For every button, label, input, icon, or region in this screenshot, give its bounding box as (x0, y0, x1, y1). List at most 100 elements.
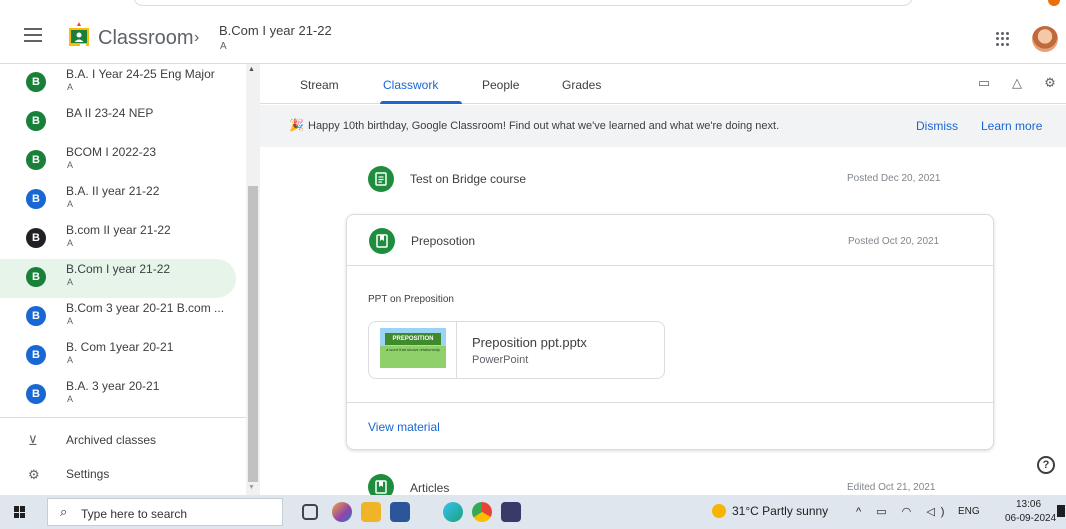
class-section: A (67, 199, 74, 209)
banner-text: Happy 10th birthday, Google Classroom! F… (308, 120, 780, 132)
google-apps-icon[interactable] (996, 32, 1010, 46)
class-name: B.Com 3 year 20-21 B.com ... (66, 301, 225, 315)
copilot-icon[interactable] (332, 502, 352, 522)
class-tabs: Stream Classwork People Grades ▭ △ ⚙ (260, 64, 1066, 104)
windows-start-icon[interactable] (14, 506, 26, 518)
card-divider (347, 265, 993, 266)
chrome-icon[interactable] (472, 502, 492, 522)
classwork-item-date: Edited Oct 21, 2021 (847, 482, 936, 493)
scroll-down-arrow-icon[interactable]: ▼ (248, 484, 255, 491)
breadcrumb-chevron-icon: › (194, 29, 200, 46)
address-bar[interactable] (133, 0, 913, 6)
attachment-name: Preposition ppt.pptx (472, 335, 587, 350)
class-section: A (67, 355, 74, 365)
word-icon[interactable] (390, 502, 410, 522)
classwork-item[interactable]: Test on Bridge course Posted Dec 20, 202… (346, 160, 994, 200)
class-section: A (67, 82, 74, 92)
file-explorer-icon[interactable] (361, 502, 381, 522)
scroll-up-arrow-icon[interactable]: ▲ (248, 66, 255, 73)
media-app-icon[interactable] (501, 502, 521, 522)
material-card: Preposotion Posted Oct 20, 2021 PPT on P… (346, 214, 994, 450)
class-section: A (67, 160, 74, 170)
learn-more-button[interactable]: Learn more (981, 119, 1042, 133)
class-name: B.com II year 21-22 (66, 223, 171, 237)
announcement-banner: 🎉 Happy 10th birthday, Google Classroom!… (260, 105, 1066, 147)
material-icon (368, 474, 394, 495)
class-avatar: B (26, 111, 46, 131)
class-avatar: B (26, 345, 46, 365)
sidebar-class-item[interactable]: B B.Com I year 21-22 A (0, 259, 236, 298)
sidebar-class-item[interactable]: B B.com II year 21-22 A (0, 220, 236, 259)
material-date: Posted Oct 20, 2021 (848, 236, 940, 247)
attachment-thumbnail: PREPOSITION a word that shows relationsh… (369, 322, 457, 378)
sidebar-class-item[interactable]: B BCOM I 2022-23 A (0, 142, 236, 181)
app-title[interactable]: Classroom (98, 27, 194, 50)
class-list: B B.A. I Year 24-25 Eng Major A B BA II 23-2… (0, 64, 260, 415)
sidebar-class-item[interactable]: B B.A. II year 21-22 A (0, 181, 236, 220)
sidebar-class-item[interactable]: B B.A. 3 year 20-21 A (0, 376, 236, 415)
calendar-icon[interactable]: ▭ (977, 76, 991, 90)
class-section: A (67, 316, 74, 326)
weather-text: 31°C Partly sunny (732, 504, 829, 518)
class-avatar: B (26, 306, 46, 326)
slide-preview-subtitle: a word that shows relationship (386, 347, 440, 352)
class-avatar: B (26, 150, 46, 170)
view-material-link[interactable]: View material (368, 420, 440, 434)
class-avatar: B (26, 267, 46, 287)
tab-stream[interactable]: Stream (300, 78, 339, 92)
tab-grades[interactable]: Grades (562, 78, 601, 92)
class-section: A (67, 277, 74, 287)
classwork-item-title: Articles (410, 481, 450, 495)
material-icon (369, 228, 395, 254)
class-name: B.A. 3 year 20-21 (66, 379, 160, 393)
partly-sunny-icon (712, 504, 726, 518)
sidebar-class-item[interactable]: B BA II 23-24 NEP (0, 103, 236, 142)
browser-chrome-strip (0, 0, 1066, 10)
sidebar-divider (0, 417, 246, 418)
clock-date[interactable]: 06-09-2024 (1005, 513, 1056, 524)
breadcrumb-class-title[interactable]: B.Com I year 21-22 (219, 23, 332, 38)
dismiss-button[interactable]: Dismiss (916, 119, 958, 133)
clock-time[interactable]: 13:06 (1016, 499, 1041, 510)
google-drive-icon[interactable]: △ (1010, 76, 1024, 90)
input-language-indicator[interactable]: ENG (958, 506, 980, 517)
sidebar: B B.A. I Year 24-25 Eng Major A B BA II 23-2… (0, 64, 260, 495)
browser-profile-icon[interactable] (1048, 0, 1060, 6)
class-avatar: B (26, 72, 46, 92)
weather-widget[interactable]: 31°C Partly sunny (712, 504, 828, 518)
system-tray-icons[interactable]: ^ ▭ ◠ ◁) (856, 505, 950, 518)
attachment-chip[interactable]: PREPOSITION a word that shows relationsh… (368, 321, 665, 379)
windows-taskbar: ⌕ Type here to search 31°C Partly sunny … (0, 495, 1066, 529)
class-avatar: B (26, 384, 46, 404)
archived-classes-link[interactable]: ⊻ Archived classes (0, 425, 246, 455)
help-icon[interactable]: ? (1037, 456, 1055, 474)
task-view-icon[interactable] (302, 504, 318, 520)
sidebar-class-item[interactable]: B B. Com 1year 20-21 A (0, 337, 236, 376)
classwork-item[interactable]: Articles Edited Oct 21, 2021 (346, 470, 994, 495)
gear-icon: ⚙ (28, 467, 40, 482)
settings-link[interactable]: ⚙ Settings (0, 459, 246, 489)
class-name: B.Com I year 21-22 (66, 262, 171, 276)
class-name: B.A. II year 21-22 (66, 184, 160, 198)
party-popper-icon: 🎉 (289, 118, 304, 132)
sidebar-class-item[interactable]: B B.Com 3 year 20-21 B.com ... A (0, 298, 236, 337)
class-avatar: B (26, 189, 46, 209)
edge-icon[interactable] (443, 502, 463, 522)
breadcrumb-class-section: A (220, 41, 227, 52)
classwork-item-date: Posted Dec 20, 2021 (847, 173, 941, 184)
sidebar-scrollbar-thumb[interactable] (248, 186, 258, 482)
main-menu-button[interactable] (24, 28, 42, 42)
tab-people[interactable]: People (482, 78, 519, 92)
class-section: A (67, 238, 74, 248)
classroom-logo-icon[interactable] (68, 22, 90, 48)
tab-classwork[interactable]: Classwork (383, 78, 438, 92)
user-avatar[interactable] (1032, 26, 1058, 52)
archived-classes-label: Archived classes (66, 433, 157, 447)
active-tab-indicator (380, 101, 462, 104)
taskbar-search-input[interactable]: ⌕ Type here to search (47, 498, 283, 526)
sidebar-class-item[interactable]: B B.A. I Year 24-25 Eng Major A (0, 64, 236, 103)
attachment-type: PowerPoint (472, 354, 529, 366)
class-settings-gear-icon[interactable]: ⚙ (1043, 76, 1057, 90)
notification-icon[interactable] (1057, 505, 1065, 517)
material-title[interactable]: Preposotion (411, 234, 475, 248)
